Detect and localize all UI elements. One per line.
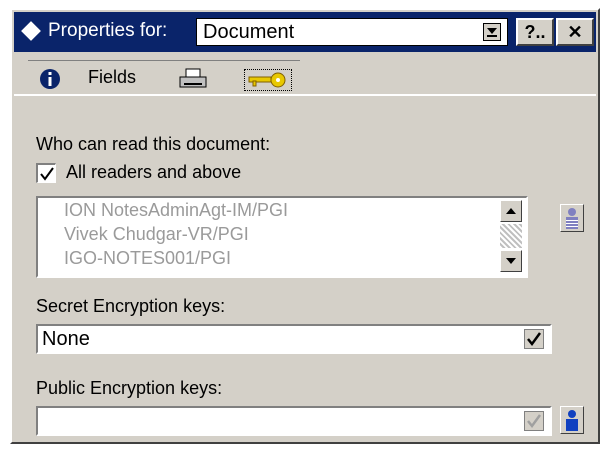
- checkmark-icon: [527, 332, 542, 347]
- all-readers-label: All readers and above: [66, 162, 242, 182]
- public-keys-label: Public Encryption keys:: [36, 378, 223, 398]
- readers-heading: Who can read this document:: [36, 134, 271, 154]
- object-type-dropdown[interactable]: Document: [196, 18, 508, 46]
- tab-fields-label: Fields: [88, 67, 137, 87]
- public-keys-select-button[interactable]: [524, 411, 544, 431]
- title-label: Properties for:: [48, 20, 168, 41]
- tab-strip: Fields: [14, 56, 596, 96]
- secret-keys-label: Secret Encryption keys:: [36, 296, 226, 316]
- person-icon: [566, 208, 578, 229]
- list-item[interactable]: Vivek Chudgar-VR/PGI: [64, 224, 249, 245]
- tab-divider: [14, 94, 596, 96]
- info-icon: [40, 69, 60, 89]
- tab-fields[interactable]: Fields: [74, 60, 170, 94]
- close-button[interactable]: ✕: [556, 18, 594, 46]
- person-icon: [566, 410, 578, 431]
- tab-security[interactable]: [228, 60, 300, 94]
- add-readers-button[interactable]: [560, 204, 584, 232]
- diamond-icon: [21, 21, 41, 41]
- scrollbar-track[interactable]: [500, 224, 522, 248]
- list-item[interactable]: ION NotesAdminAgt-IM/PGI: [64, 200, 288, 221]
- help-button[interactable]: ?..: [516, 18, 554, 46]
- secret-keys-value: None: [42, 328, 90, 350]
- title-bar[interactable]: Properties for: Document ?.. ✕: [14, 12, 596, 52]
- readers-list[interactable]: ION NotesAdminAgt-IM/PGI Vivek Chudgar-V…: [36, 196, 528, 278]
- checkmark-icon: [40, 167, 54, 181]
- tab-info[interactable]: [28, 60, 76, 94]
- scroll-up-button[interactable]: [500, 200, 522, 222]
- object-type-value: Document: [203, 21, 295, 43]
- list-item[interactable]: IGO-NOTES001/PGI: [64, 248, 231, 269]
- tab-print[interactable]: [164, 60, 234, 94]
- scroll-down-button[interactable]: [500, 250, 522, 272]
- dropdown-arrow-icon[interactable]: [483, 23, 501, 41]
- secret-keys-field[interactable]: None: [36, 324, 552, 354]
- public-keys-field[interactable]: [36, 406, 552, 436]
- checkmark-icon: [527, 414, 542, 429]
- printer-icon: [179, 68, 207, 88]
- key-icon: [244, 69, 292, 91]
- public-keys-person-button[interactable]: [560, 406, 584, 434]
- secret-keys-select-button[interactable]: [524, 329, 544, 349]
- all-readers-checkbox[interactable]: [36, 163, 56, 183]
- properties-dialog: Properties for: Document ?.. ✕ Fields Wh…: [10, 8, 600, 444]
